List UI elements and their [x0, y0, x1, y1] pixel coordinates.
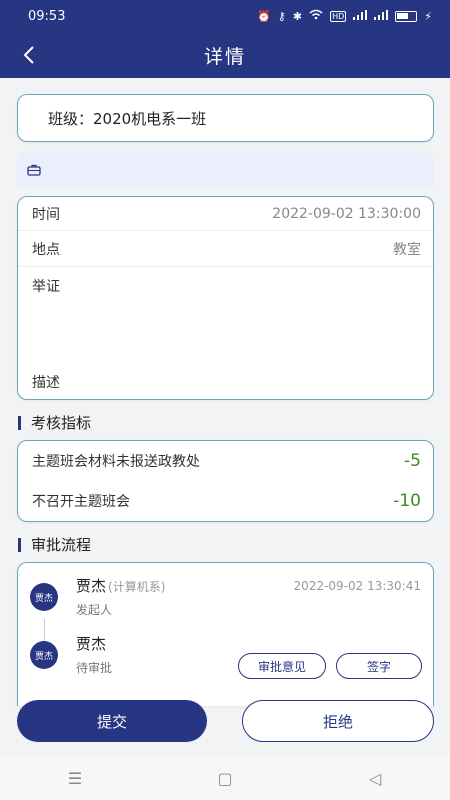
nav-bar: 详情 [0, 32, 450, 78]
wifi-icon [309, 9, 323, 23]
bluetooth-icon: ✱ [292, 9, 303, 23]
approver-name: 贾杰 [76, 635, 107, 653]
evidence-row: 举证 [18, 267, 433, 305]
evidence-label: 举证 [32, 279, 60, 295]
place-label: 地点 [32, 241, 60, 258]
place-row: 地点 教室 [18, 231, 433, 267]
class-label: 班级：2020机电系一班 [48, 109, 207, 128]
approval-title: 审批流程 [31, 536, 92, 554]
description-row: 描述 [18, 371, 433, 393]
assessment-item: 主题班会材料未报送政教处 -5 [18, 441, 433, 481]
assessment-item-score: -10 [393, 491, 421, 511]
charging-icon: ⚡ [424, 9, 432, 23]
status-bar: 09:53 ⏰ ⚷ ✱ HD ⚡ [0, 0, 450, 32]
assessment-item-name: 不召开主题班会 [32, 494, 130, 510]
system-nav-bar: ☰ ▢ ◁ [0, 756, 450, 800]
battery-icon [395, 10, 418, 22]
approval-card: 贾杰 贾杰 (计算机系) 发起人 2022-09-02 13:30:41 贾杰 贾… [17, 562, 434, 706]
assessment-item-score: -5 [404, 451, 421, 471]
hd-badge: HD [330, 10, 347, 22]
class-info-card: 班级：2020机电系一班 [17, 94, 434, 142]
detail-card: 时间 2022-09-02 13:30:00 地点 教室 举证 描述 [17, 196, 434, 400]
approver-role: 待审批 [76, 661, 113, 675]
time-label: 时间 [32, 206, 60, 223]
submit-button[interactable]: 提交 [17, 700, 207, 742]
approval-step: 贾杰 贾杰 (计算机系) 发起人 2022-09-02 13:30:41 [18, 571, 433, 655]
home-icon[interactable]: ▢ [195, 769, 255, 788]
assessment-item: 不召开主题班会 -10 [18, 481, 433, 521]
approver-name-text: 贾杰 [76, 577, 107, 595]
chevron-left-icon [23, 46, 34, 64]
approval-step: 贾杰 贾杰 待审批 审批意见 签字 [18, 629, 433, 685]
approver-dept: (计算机系) [108, 580, 166, 594]
page-title: 详情 [203, 45, 246, 68]
sign-button[interactable]: 签字 [336, 653, 422, 679]
time-row: 时间 2022-09-02 13:30:00 [18, 197, 433, 231]
approval-opinion-button[interactable]: 审批意见 [238, 653, 326, 679]
approver-role: 发起人 [76, 603, 113, 617]
back-triangle-icon[interactable]: ◁ [345, 769, 405, 788]
section-bar [18, 415, 21, 430]
assessment-title: 考核指标 [31, 414, 92, 432]
user-avatar-icon: 贾杰 [30, 583, 58, 611]
briefcase-icon [27, 164, 41, 176]
bottom-actions: 提交 拒绝 [0, 700, 450, 746]
app-header: 09:53 ⏰ ⚷ ✱ HD ⚡ 详情 [0, 0, 450, 78]
place-value: 教室 [393, 241, 421, 258]
status-time: 09:53 [28, 8, 66, 24]
signal-icon [353, 9, 368, 23]
reject-button[interactable]: 拒绝 [242, 700, 434, 742]
assessment-item-name: 主题班会材料未报送政教处 [32, 454, 200, 470]
user-avatar-icon: 贾杰 [30, 641, 58, 669]
assessment-section-title: 考核指标 [18, 412, 91, 433]
alarm-icon: ⏰ [257, 9, 271, 23]
back-button[interactable] [12, 38, 46, 72]
key-icon: ⚷ [277, 9, 286, 23]
time-value: 2022-09-02 13:30:00 [272, 205, 421, 222]
approval-section-title: 审批流程 [18, 534, 91, 555]
signal-icon-2 [374, 9, 389, 23]
status-icons: ⏰ ⚷ ✱ HD ⚡ [257, 9, 432, 23]
menu-icon[interactable]: ☰ [45, 769, 105, 788]
assessment-card: 主题班会材料未报送政教处 -5 不召开主题班会 -10 [17, 440, 434, 522]
approver-name: 贾杰 (计算机系) [76, 575, 165, 596]
attachment-strip[interactable] [17, 152, 434, 188]
approval-time: 2022-09-02 13:30:41 [293, 579, 421, 593]
description-label: 描述 [32, 375, 60, 391]
section-bar [18, 537, 21, 552]
